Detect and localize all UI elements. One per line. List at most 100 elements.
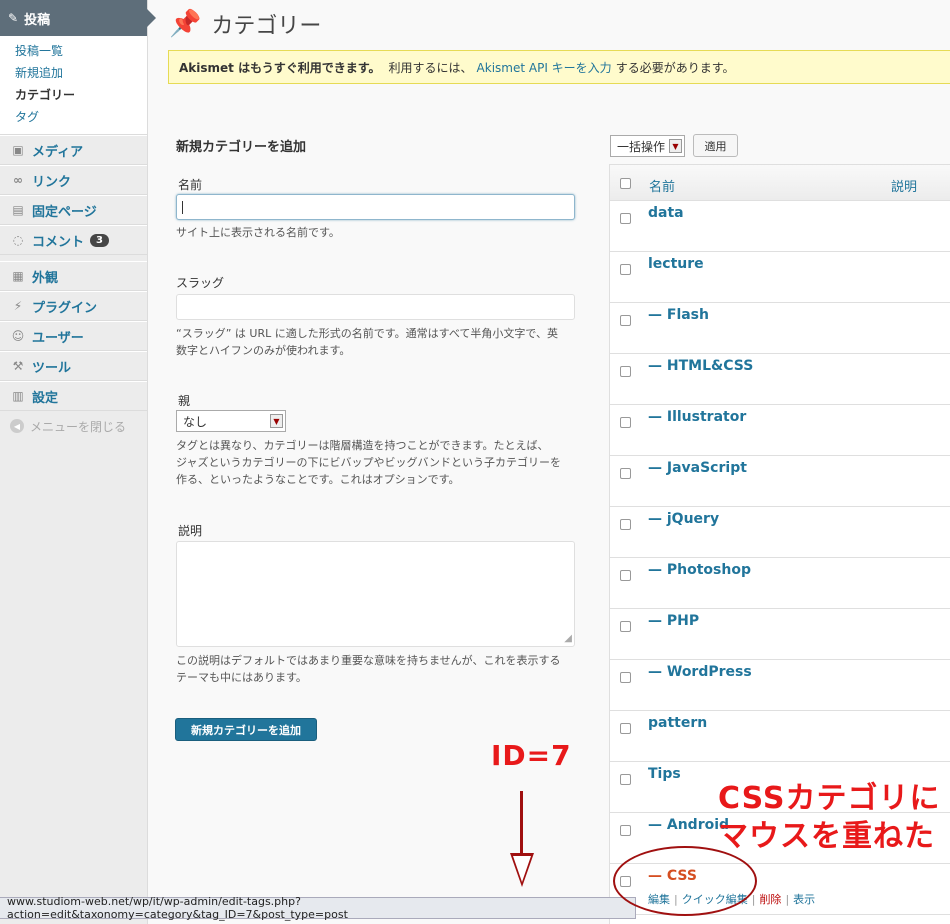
menu-appearance[interactable]: ▦ 外観 — [0, 261, 147, 291]
akismet-notice: Akismet はもうすぐ利用できます。 利用するには、 Akismet API… — [168, 50, 950, 84]
pages-icon: ▤ — [12, 203, 24, 217]
apply-button[interactable]: 適用 — [693, 134, 738, 157]
parent-help-line-1: タグとは異なり、カテゴリーは階層構造を持つことができます。たとえば、 — [176, 439, 549, 452]
slug-help-line-1: “スラッグ” は URL に適した形式の名前です。通常はすべて半角小文字で、英 — [176, 327, 558, 340]
table-row: pattern — [610, 711, 950, 762]
parent-select-value: なし — [183, 414, 208, 429]
menu-plugins[interactable]: ⚡ プラグイン — [0, 291, 147, 321]
submenu-add-new[interactable]: 新規追加 — [0, 62, 147, 84]
name-help: サイト上に表示される名前です。 — [176, 226, 340, 239]
parent-help-line-3: 作る、といったようなことです。これはオプションです。 — [176, 473, 460, 486]
menu-comments[interactable]: ◌ コメント 3 — [0, 225, 147, 255]
category-name-link[interactable]: — JavaScript — [648, 460, 747, 476]
category-name-link[interactable]: Tips — [648, 766, 681, 782]
parent-select[interactable]: なし ▼ — [176, 410, 286, 432]
menu-media-label: メディア — [32, 144, 84, 160]
notice-text-1: 利用するには、 — [388, 60, 473, 75]
submenu-tags[interactable]: タグ — [0, 106, 147, 128]
admin-sidebar: ✎ 投稿 投稿一覧 新規追加 カテゴリー タグ ▣ メディア ∞ リンク ▤ 固… — [0, 0, 156, 924]
resize-handle-icon[interactable]: ◢ — [564, 633, 572, 644]
menu-appearance-label: 外観 — [32, 270, 59, 286]
category-name-link[interactable]: — Photoshop — [648, 562, 751, 578]
menu-media[interactable]: ▣ メディア — [0, 135, 147, 165]
table-row: — Photoshop — [610, 558, 950, 609]
menu-settings-label: 設定 — [32, 390, 59, 406]
view-link[interactable]: 表示 — [793, 893, 815, 906]
row-checkbox[interactable] — [620, 315, 631, 326]
row-checkbox[interactable] — [620, 825, 631, 836]
row-checkbox[interactable] — [620, 417, 631, 428]
separator: | — [751, 893, 756, 906]
notice-strong: Akismet はもうすぐ利用できます。 — [179, 60, 381, 75]
category-name-link[interactable]: — jQuery — [648, 511, 719, 527]
akismet-api-key-link[interactable]: Akismet API キーを入力 — [477, 59, 612, 76]
annotation-id-label: ID=7 — [491, 739, 572, 772]
category-name-link[interactable]: pattern — [648, 715, 707, 731]
link-icon: ∞ — [13, 173, 23, 187]
category-name-link[interactable]: — PHP — [648, 613, 699, 629]
menu-tools[interactable]: ⚒ ツール — [0, 351, 147, 381]
menu-plugins-label: プラグイン — [32, 300, 98, 316]
appearance-icon: ▦ — [12, 269, 24, 283]
category-name-link[interactable]: — Flash — [648, 307, 709, 323]
tools-icon: ⚒ — [12, 359, 24, 373]
row-checkbox[interactable] — [620, 519, 631, 530]
column-name-header[interactable]: 名前 — [649, 176, 675, 195]
category-name-link[interactable]: — HTML&CSS — [648, 358, 753, 374]
row-checkbox[interactable] — [620, 672, 631, 683]
category-name-link[interactable]: — Android — [648, 817, 729, 833]
table-row: — HTML&CSS — [610, 354, 950, 405]
parent-label: 親 — [178, 394, 191, 408]
row-checkbox[interactable] — [620, 570, 631, 581]
annotation-note-line-1: CSSカテゴリに — [718, 781, 941, 816]
collapse-menu-label: メニューを閉じる — [30, 419, 127, 434]
row-checkbox[interactable] — [620, 366, 631, 377]
comments-count-badge: 3 — [90, 233, 109, 247]
parent-help: タグとは異なり、カテゴリーは階層構造を持つことができます。たとえば、 ジャズとい… — [176, 437, 606, 488]
submenu-all-posts[interactable]: 投稿一覧 — [0, 40, 147, 62]
table-header: 名前 説明 — [610, 165, 950, 201]
bulk-action-select[interactable]: 一括操作 ▼ — [610, 135, 685, 157]
menu-links[interactable]: ∞ リンク — [0, 165, 147, 195]
name-label: 名前 — [178, 178, 203, 192]
settings-icon: ▥ — [12, 389, 24, 403]
media-icon: ▣ — [12, 143, 24, 157]
menu-posts-label: 投稿 — [24, 12, 51, 28]
delete-link[interactable]: 削除 — [759, 893, 781, 906]
submenu-categories[interactable]: カテゴリー — [0, 84, 147, 106]
select-all-checkbox[interactable] — [620, 178, 631, 189]
category-name-link[interactable]: — WordPress — [648, 664, 752, 680]
menu-posts[interactable]: ✎ 投稿 — [0, 0, 156, 36]
row-checkbox[interactable] — [620, 723, 631, 734]
menu-pages[interactable]: ▤ 固定ページ — [0, 195, 147, 225]
category-name-link[interactable]: — Illustrator — [648, 409, 746, 425]
browser-status-bar: www.studiom-web.net/wp/it/wp-admin/edit-… — [0, 895, 636, 921]
category-name-link[interactable]: data — [648, 205, 684, 221]
add-category-button[interactable]: 新規カテゴリーを追加 — [175, 718, 317, 741]
slug-input[interactable] — [176, 294, 575, 320]
description-textarea[interactable]: ◢ — [176, 541, 575, 647]
description-help-line-2: テーマも中にはあります。 — [176, 671, 307, 684]
chevron-down-icon: ▼ — [270, 414, 283, 428]
description-help: この説明はデフォルトではあまり重要な意味を持ちませんが、これを表示する テーマも… — [176, 652, 606, 686]
table-row: — JavaScript — [610, 456, 950, 507]
annotation-note-line-2: マウスを重ねた — [718, 819, 935, 854]
row-checkbox[interactable] — [620, 774, 631, 785]
bulk-action-value: 一括操作 — [617, 139, 666, 154]
description-label: 説明 — [178, 524, 203, 538]
menu-comments-label: コメント — [32, 234, 85, 250]
collapse-menu-button[interactable]: ◀ メニューを閉じる — [0, 411, 147, 441]
notice-text-2: する必要があります。 — [615, 60, 735, 75]
menu-settings[interactable]: ▥ 設定 — [0, 381, 147, 411]
table-row: data — [610, 201, 950, 252]
row-checkbox[interactable] — [620, 468, 631, 479]
row-checkbox[interactable] — [620, 621, 631, 632]
category-name-link[interactable]: lecture — [648, 256, 704, 272]
row-checkbox[interactable] — [620, 264, 631, 275]
row-checkbox[interactable] — [620, 213, 631, 224]
name-input[interactable] — [176, 194, 575, 220]
comments-icon: ◌ — [12, 233, 24, 247]
annotation-arrow-shaft — [520, 791, 523, 855]
column-description-header[interactable]: 説明 — [891, 176, 917, 195]
menu-users[interactable]: ☺ ユーザー — [0, 321, 147, 351]
